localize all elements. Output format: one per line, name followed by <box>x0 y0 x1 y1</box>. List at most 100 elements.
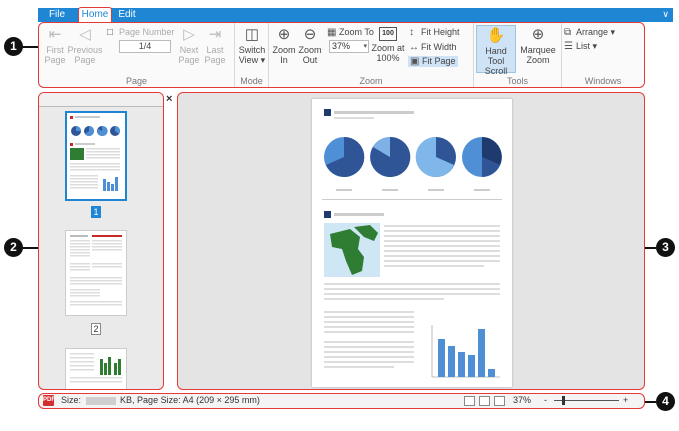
switch-view-dropdown-icon: ▾ <box>258 55 266 65</box>
switch-view-icon: ◫ <box>244 26 260 43</box>
tab-file[interactable]: File <box>38 8 76 22</box>
marquee-zoom-button[interactable]: ⊕ Marquee Zoom <box>518 26 558 66</box>
fit-page-button[interactable]: ▣ Fit Page <box>408 56 458 67</box>
hand-tool-label-2: Scroll <box>484 66 508 76</box>
zoom-group-label: Zoom <box>359 76 383 86</box>
document-page-content <box>322 109 502 378</box>
zoom-in-label: Zoom <box>272 45 296 55</box>
previous-page-button[interactable]: ◁ Previous Page <box>67 26 103 66</box>
ribbon-collapse-chevron-icon[interactable]: ∨ <box>662 9 669 20</box>
close-thumbnails-icon[interactable]: × <box>166 93 172 105</box>
list-icon: ☰ <box>564 41 573 52</box>
arrange-icon: ⧉ <box>564 27 572 38</box>
zoom-100-label-2: 100% <box>376 53 400 63</box>
callout-1-line <box>22 46 38 48</box>
thumbnail-page-3[interactable] <box>65 348 127 389</box>
mode-group-label: Mode <box>240 76 263 86</box>
marquee-zoom-icon: ⊕ <box>531 26 545 43</box>
list-label: List <box>576 41 591 51</box>
zoom-to-icon: ▦ <box>327 27 337 38</box>
zoom-in-icon: ⊕ <box>277 26 291 43</box>
fit-page-icon: ▣ <box>410 56 420 67</box>
thumbnail-page-1[interactable] <box>65 111 127 201</box>
marquee-zoom-label: Marquee <box>520 45 556 55</box>
thumbnail-page-3-preview <box>70 353 122 383</box>
zoom-slider-handle[interactable] <box>562 396 565 405</box>
document-view[interactable] <box>177 92 645 390</box>
zoom-100-button[interactable]: 100 Zoom at 100% <box>371 27 405 63</box>
zoom-group: ⊕ Zoom In ⊖ Zoom Out ▦ Zoom To 37% ▾ 100 … <box>269 23 474 87</box>
first-page-label: First <box>46 45 64 55</box>
page-number-input[interactable]: 1/4 <box>119 40 171 53</box>
page-size-label: KB, Page Size: A4 (209 × 295 mm) <box>120 395 260 405</box>
facing-view-icon[interactable] <box>494 396 505 406</box>
tab-edit[interactable]: Edit <box>114 8 140 22</box>
viewer-window: File Home Edit ∨ ⇤ First Page ◁ Previous… <box>0 0 679 431</box>
tools-group-label: Tools <box>506 76 528 86</box>
callout-3-line <box>645 247 656 249</box>
fit-height-label: Fit Height <box>421 27 460 37</box>
previous-page-icon: ◁ <box>79 26 91 43</box>
thumbnail-page-1-preview <box>70 116 120 191</box>
zoom-100-label: Zoom at <box>371 43 405 53</box>
first-page-label-2: Page <box>44 55 66 65</box>
list-button[interactable]: ☰ List ▾ <box>564 41 597 52</box>
page-number-label-row: □ Page Number <box>107 27 175 38</box>
thumbnail-number-2: 2 <box>91 323 101 335</box>
fit-height-icon: ↕ <box>409 27 414 38</box>
zoom-out-icon: ⊖ <box>303 26 317 43</box>
file-size-redacted <box>85 396 116 405</box>
previous-page-label: Previous <box>67 45 103 55</box>
callout-3: 3 <box>656 238 675 257</box>
fit-width-button[interactable]: ↔ Fit Width <box>409 42 457 53</box>
mode-group: ◫ Switch View ▾ Mode <box>235 23 269 87</box>
zoom-to-value: 37% <box>332 41 351 51</box>
thumbnail-page-2[interactable] <box>65 230 127 316</box>
hand-icon: ✋ <box>486 27 506 44</box>
document-page <box>312 99 512 387</box>
arrange-label: Arrange <box>576 27 609 37</box>
fit-width-label: Fit Width <box>421 42 457 52</box>
tab-home[interactable]: Home <box>78 7 112 23</box>
callout-4: 4 <box>656 392 675 411</box>
zoom-in-button[interactable]: ⊕ Zoom In <box>271 26 297 66</box>
last-page-label: Last <box>206 45 224 55</box>
fit-height-button[interactable]: ↕ Fit Height <box>409 27 460 38</box>
callout-2-line <box>22 247 38 249</box>
hand-tool-button[interactable]: ✋ Hand Tool Scroll <box>476 25 516 76</box>
tools-group: ✋ Hand Tool Scroll ⊕ Marquee Zoom Tools <box>474 23 562 87</box>
last-page-icon: ⇥ <box>208 26 222 43</box>
marquee-zoom-label-2: Zoom <box>526 55 550 65</box>
page-number-icon: □ <box>107 27 114 38</box>
file-info: Size: KB, Page Size: A4 (209 × 295 mm) <box>61 394 260 407</box>
page-group: ⇤ First Page ◁ Previous Page □ Page Numbe… <box>39 23 235 87</box>
zoom-out-button[interactable]: ⊖ Zoom Out <box>297 26 323 66</box>
switch-view-label: Switch <box>238 45 266 55</box>
continuous-view-icon[interactable] <box>479 396 490 406</box>
page-number-label: Page Number <box>119 27 175 37</box>
zoom-to-label: Zoom To <box>339 27 374 37</box>
thumbnail-panel-header <box>39 93 163 107</box>
previous-page-label-2: Page <box>74 55 96 65</box>
arrange-dropdown-icon: ▾ <box>608 27 616 37</box>
zoom-in-plus-button[interactable]: + <box>623 394 628 407</box>
size-label: Size: <box>61 395 82 405</box>
callout-4-line <box>645 401 656 403</box>
single-page-view-icon[interactable] <box>464 396 475 406</box>
next-page-label-2: Page <box>178 55 200 65</box>
first-page-button[interactable]: ⇤ First Page <box>42 26 68 66</box>
zoom-out-label: Zoom <box>298 45 322 55</box>
switch-view-label-2: View <box>238 55 259 65</box>
zoom-in-label-2: In <box>280 55 288 65</box>
first-page-icon: ⇤ <box>48 26 62 43</box>
switch-view-button[interactable]: ◫ Switch View ▾ <box>237 26 267 66</box>
last-page-button[interactable]: ⇥ Last Page <box>203 26 227 66</box>
zoom-100-icon: 100 <box>379 27 397 41</box>
arrange-button[interactable]: ⧉ Arrange ▾ <box>564 27 615 38</box>
zoom-to-combo[interactable]: 37% ▾ <box>329 40 369 53</box>
next-page-button[interactable]: ▷ Next Page <box>177 27 201 66</box>
callout-1: 1 <box>4 37 23 56</box>
hand-tool-label: Hand Tool <box>485 46 507 66</box>
next-page-label: Next <box>179 45 199 55</box>
zoom-out-minus-button[interactable]: - <box>544 394 547 407</box>
